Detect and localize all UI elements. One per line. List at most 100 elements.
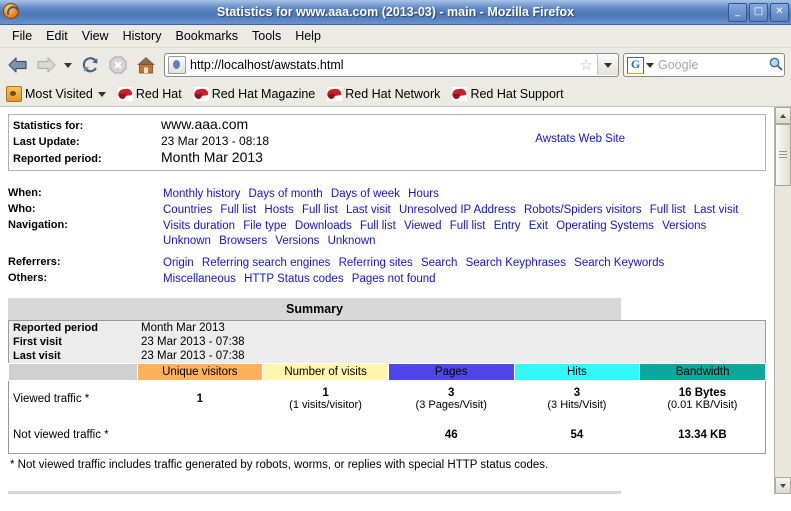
back-arrow-icon <box>8 57 27 73</box>
nav-link-unresolved-ip-address[interactable]: Unresolved IP Address <box>399 204 516 216</box>
url-input[interactable]: http://localhost/awstats.html <box>190 58 580 72</box>
nav-link-downloads[interactable]: Downloads <box>295 220 352 232</box>
menu-help[interactable]: Help <box>288 27 328 45</box>
summary-col-bandwidth: Bandwidth <box>639 363 766 381</box>
bookmark-label: Red Hat <box>135 87 182 101</box>
menu-file[interactable]: File <box>5 27 39 45</box>
nav-link-days-of-month[interactable]: Days of month <box>249 188 323 200</box>
nav-row-others: Others: Miscellaneous HTTP Status codes … <box>8 272 766 288</box>
nav-link-search-keyphrases[interactable]: Search Keyphrases <box>466 257 566 269</box>
nav-link-downloads-full-list[interactable]: Full list <box>360 220 396 232</box>
url-dropdown-button[interactable] <box>597 55 618 75</box>
back-button[interactable] <box>4 51 32 79</box>
nav-link-os-unknown[interactable]: Unknown <box>163 235 211 247</box>
nav-link-browsers[interactable]: Browsers <box>219 235 267 247</box>
bookmark-red-hat-support[interactable]: Red Hat Support <box>452 87 564 101</box>
menu-edit[interactable]: Edit <box>39 27 75 45</box>
nav-link-visits-duration[interactable]: Visits duration <box>163 220 235 232</box>
scroll-down-button[interactable] <box>775 477 791 494</box>
url-bar[interactable]: http://localhost/awstats.html ☆ <box>164 53 619 77</box>
history-dropdown-button[interactable] <box>60 51 76 79</box>
forward-button[interactable] <box>32 51 60 79</box>
awstats-web-site-link[interactable]: Awstats Web Site <box>535 133 625 145</box>
nav-link-browser-versions[interactable]: Versions <box>275 235 319 247</box>
header-row: Last Update: 23 Mar 2013 - 08:18 <box>13 134 761 150</box>
nav-links-when: Monthly history Days of month Days of we… <box>163 187 766 203</box>
bookmark-label: Red Hat Support <box>470 87 564 101</box>
bookmark-label: Most Visited <box>25 87 93 101</box>
triangle-down-icon <box>780 483 786 488</box>
bookmark-most-visited[interactable]: Most Visited <box>6 86 106 102</box>
nav-link-countries-full-list[interactable]: Full list <box>220 204 256 216</box>
menu-view[interactable]: View <box>75 27 116 45</box>
window-titlebar[interactable]: Statistics for www.aaa.com (2013-03) - m… <box>0 0 791 25</box>
search-input[interactable]: Google <box>654 58 766 72</box>
minimize-button[interactable]: _ <box>728 2 747 22</box>
nav-link-pages-not-found[interactable]: Pages not found <box>352 273 436 285</box>
nav-link-search-keywords[interactable]: Search Keywords <box>574 257 664 269</box>
nav-link-hosts-full-list[interactable]: Full list <box>302 204 338 216</box>
nav-link-monthly-history[interactable]: Monthly history <box>163 188 240 200</box>
menu-bookmarks[interactable]: Bookmarks <box>168 27 245 45</box>
nav-link-origin[interactable]: Origin <box>163 257 194 269</box>
search-bar[interactable]: G Google <box>623 53 785 77</box>
nav-link-browser-unknown[interactable]: Unknown <box>328 235 376 247</box>
close-button[interactable]: ✕ <box>770 2 789 22</box>
nav-link-miscellaneous[interactable]: Miscellaneous <box>163 273 236 285</box>
nav-link-robots-spiders-visitors[interactable]: Robots/Spiders visitors <box>524 204 642 216</box>
nav-link-referring-sites[interactable]: Referring sites <box>339 257 413 269</box>
search-icon[interactable] <box>766 56 784 74</box>
page-favicon-icon <box>168 56 186 74</box>
nav-links-navigation: Visits duration File type Downloads Full… <box>163 219 766 250</box>
nav-link-countries[interactable]: Countries <box>163 204 212 216</box>
nav-link-days-of-week[interactable]: Days of week <box>331 188 400 200</box>
triangle-up-icon <box>780 113 786 118</box>
bookmark-red-hat-network[interactable]: Red Hat Network <box>327 87 440 101</box>
nav-link-entry[interactable]: Entry <box>494 220 521 232</box>
redhat-icon <box>193 87 209 101</box>
nav-link-hosts[interactable]: Hosts <box>264 204 293 216</box>
summary-last-visit-label: Last visit <box>8 349 137 364</box>
summary-row-not-viewed-traffic: Not viewed traffic * 46 54 13.34 KB <box>9 417 766 454</box>
home-button[interactable] <box>132 51 160 79</box>
search-engine-chevron-down-icon[interactable] <box>646 62 654 68</box>
nav-link-viewed[interactable]: Viewed <box>404 220 442 232</box>
bookmark-red-hat[interactable]: Red Hat <box>117 87 182 101</box>
scrollbar-thumb[interactable] <box>775 124 791 186</box>
scroll-up-button[interactable] <box>775 107 791 124</box>
nav-row-when: When: Monthly history Days of month Days… <box>8 187 766 203</box>
nav-link-hosts-last-visit[interactable]: Last visit <box>346 204 391 216</box>
redhat-icon <box>452 87 468 101</box>
bookmark-star-icon[interactable]: ☆ <box>580 58 593 73</box>
nav-link-referring-search-engines[interactable]: Referring search engines <box>202 257 331 269</box>
nav-link-http-status-codes[interactable]: HTTP Status codes <box>244 273 344 285</box>
nav-link-file-type[interactable]: File type <box>243 220 286 232</box>
reported-period-value: Month Mar 2013 <box>161 149 263 165</box>
menu-bar: File Edit View History Bookmarks Tools H… <box>0 25 791 48</box>
nav-link-operating-systems[interactable]: Operating Systems <box>556 220 654 232</box>
maximize-button[interactable]: □ <box>749 2 768 22</box>
chevron-down-icon <box>604 62 612 68</box>
nav-link-os-versions[interactable]: Versions <box>662 220 706 232</box>
menu-tools[interactable]: Tools <box>245 27 288 45</box>
scrollbar-track[interactable] <box>775 124 791 477</box>
google-icon[interactable]: G <box>627 56 644 74</box>
cell-main: 3 <box>573 387 581 399</box>
menu-history[interactable]: History <box>116 27 169 45</box>
reload-button[interactable] <box>76 51 104 79</box>
cell-sub: (1 visits/visitor) <box>289 399 362 411</box>
nav-link-robots-full-list[interactable]: Full list <box>650 204 686 216</box>
stop-button[interactable] <box>104 51 132 79</box>
vertical-scrollbar[interactable] <box>774 107 791 494</box>
summary-reported-period-value: Month Mar 2013 <box>137 320 766 335</box>
nav-link-search[interactable]: Search <box>421 257 457 269</box>
stop-icon <box>109 56 127 74</box>
nav-link-robots-last-visit[interactable]: Last visit <box>694 204 739 216</box>
cell-number-of-visits: 1 (1 visits/visitor) <box>263 381 389 418</box>
nav-link-viewed-full-list[interactable]: Full list <box>450 220 486 232</box>
most-visited-icon <box>6 86 22 102</box>
header-row: Statistics for: www.aaa.com <box>13 117 761 134</box>
nav-link-hours[interactable]: Hours <box>408 188 439 200</box>
bookmark-red-hat-magazine[interactable]: Red Hat Magazine <box>193 87 315 101</box>
nav-link-exit[interactable]: Exit <box>529 220 548 232</box>
